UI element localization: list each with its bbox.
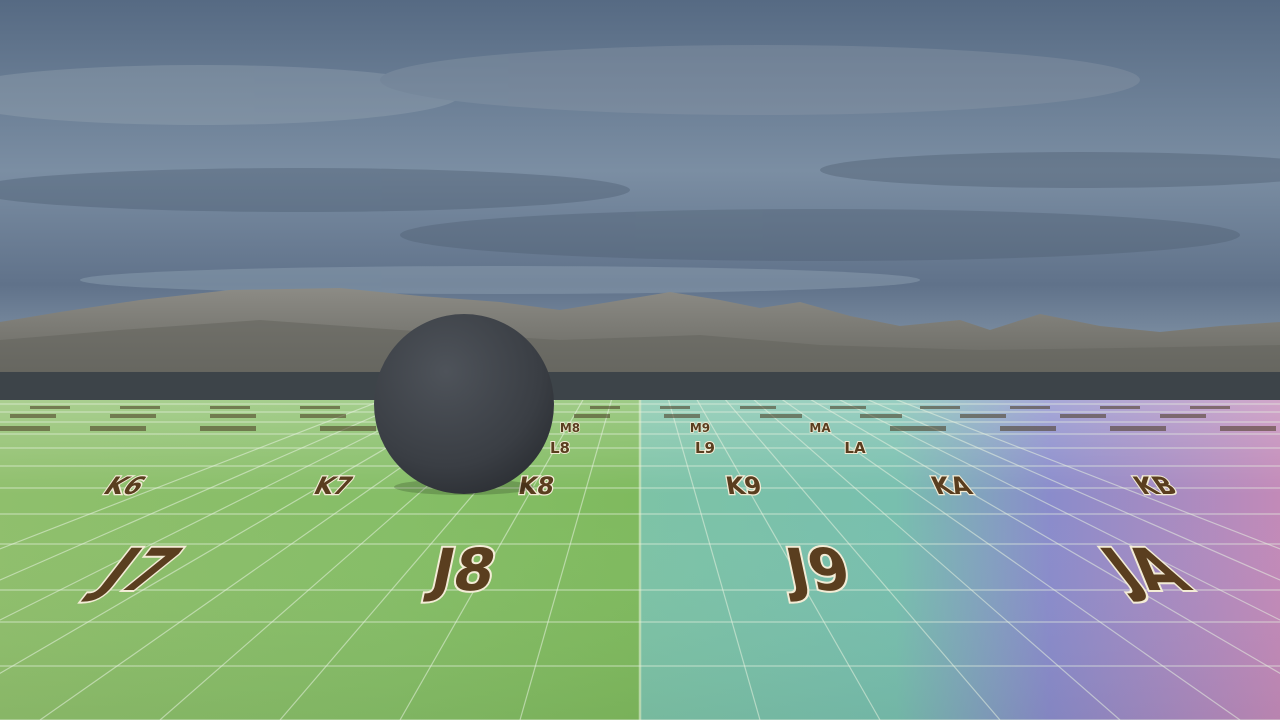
floor: M8 M9 MA L8 L9 LA K6 K7 K8 K9 KA KB J7 J… — [0, 400, 1280, 720]
floor-label: L8 — [550, 439, 570, 457]
lake — [0, 372, 1280, 402]
dark-sphere[interactable] — [374, 314, 554, 494]
floor-label: M8 — [560, 421, 580, 435]
floor-label: LA — [844, 439, 866, 457]
floor-label: M9 — [690, 421, 710, 435]
floor-label: MA — [809, 421, 831, 435]
floor-label: K9 — [724, 472, 764, 500]
game-viewport[interactable]: M8 M9 MA L8 L9 LA K6 K7 K8 K9 KA KB J7 J… — [0, 0, 1280, 720]
floor-label: L9 — [695, 439, 715, 457]
